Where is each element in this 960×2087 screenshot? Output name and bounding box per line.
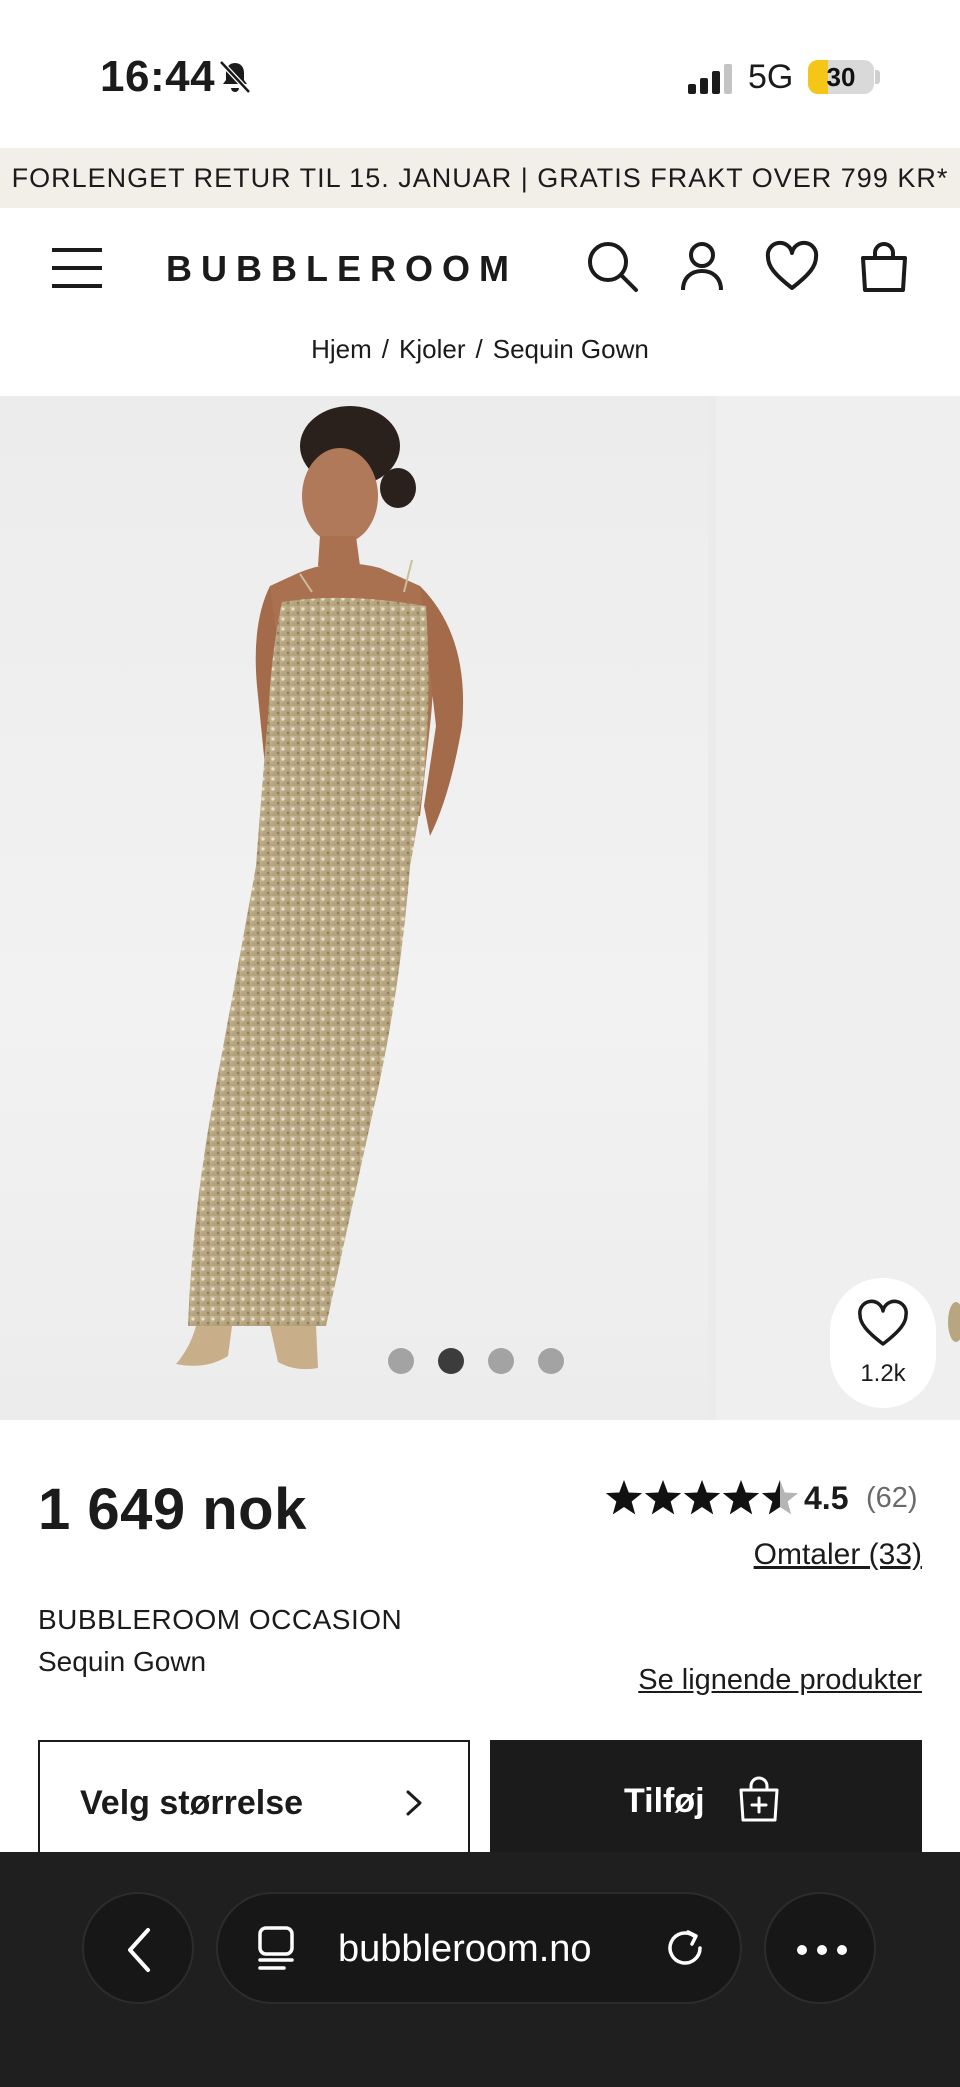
more-dots-icon [797, 1945, 847, 1955]
heart-icon [858, 1299, 908, 1346]
next-product-image[interactable] [716, 396, 960, 1420]
add-to-cart-label: Tilføj [624, 1782, 705, 1820]
reload-icon[interactable] [664, 1926, 708, 1972]
url-text: bubbleroom.no [338, 1928, 592, 1970]
breadcrumb-home[interactable]: Hjem [311, 334, 372, 364]
reviews-link[interactable]: Omtaler (33) [754, 1538, 922, 1572]
favorite-count: 1.2k [860, 1360, 906, 1387]
breadcrumb-current: Sequin Gown [492, 334, 649, 364]
browser-back-button[interactable] [82, 1892, 194, 2004]
address-bar[interactable]: bubbleroom.no [216, 1892, 742, 2004]
status-bar: 16:44 5G 30 [0, 0, 960, 148]
bag-icon[interactable] [856, 238, 912, 294]
browser-toolbar: bubbleroom.no [0, 1852, 960, 2087]
product-image[interactable] [0, 396, 708, 1420]
network-label: 5G [748, 58, 794, 96]
chevron-right-icon [406, 1790, 422, 1816]
heart-icon[interactable] [764, 238, 820, 294]
carousel-dot[interactable] [388, 1348, 414, 1374]
breadcrumb-separator: / [475, 334, 483, 364]
select-size-label: Velg størrelse [80, 1784, 304, 1822]
site-header: BUBBLEROOM [0, 208, 960, 328]
favorite-button[interactable]: 1.2k [830, 1278, 936, 1408]
battery-level: 30 [826, 62, 856, 92]
select-size-button[interactable]: Velg størrelse [38, 1740, 470, 1870]
rating-count: (62) [866, 1482, 918, 1514]
similar-products-link[interactable]: Se lignende produkter [638, 1664, 922, 1697]
carousel-dot[interactable] [488, 1348, 514, 1374]
carousel-dot[interactable] [538, 1348, 564, 1374]
breadcrumb-category[interactable]: Kjoler [399, 334, 465, 364]
site-logo[interactable]: BUBBLEROOM [166, 248, 518, 290]
promo-banner[interactable]: FORLENGET RETUR TIL 15. JANUAR | GRATIS … [0, 148, 960, 208]
status-time: 16:44 [100, 52, 216, 101]
star-filled-icon [605, 1480, 643, 1515]
promo-text: FORLENGET RETUR TIL 15. JANUAR | GRATIS … [11, 163, 949, 193]
star-filled-icon [722, 1480, 760, 1515]
breadcrumb: Hjem / Kjoler / Sequin Gown [0, 334, 960, 365]
signal-icon [688, 64, 732, 94]
battery-icon: 30 [808, 60, 874, 94]
star-filled-icon [683, 1480, 721, 1515]
chevron-left-icon [128, 1928, 150, 1972]
rating-value: 4.5 [804, 1480, 849, 1516]
product-gallery[interactable]: 1.2k [0, 396, 960, 1420]
breadcrumb-separator: / [381, 334, 390, 364]
browser-more-button[interactable] [764, 1892, 876, 2004]
battery-cap [875, 70, 880, 84]
tabs-icon [258, 1926, 294, 1970]
product-price: 1 649 nok [38, 1477, 307, 1542]
star-filled-icon [644, 1480, 682, 1515]
model-photo [176, 406, 464, 1370]
menu-icon[interactable] [52, 246, 104, 290]
search-icon[interactable] [584, 238, 640, 294]
bag-plus-icon [739, 1776, 779, 1822]
bell-muted-icon [219, 60, 251, 94]
carousel-dot-active[interactable] [438, 1348, 464, 1374]
product-brand[interactable]: BUBBLEROOM OCCASION [38, 1604, 402, 1636]
account-icon[interactable] [674, 238, 730, 294]
add-to-cart-button[interactable]: Tilføj [490, 1740, 922, 1870]
next-photo [948, 1302, 960, 1342]
rating-stars[interactable] [604, 1476, 800, 1520]
product-name: Sequin Gown [38, 1646, 207, 1677]
